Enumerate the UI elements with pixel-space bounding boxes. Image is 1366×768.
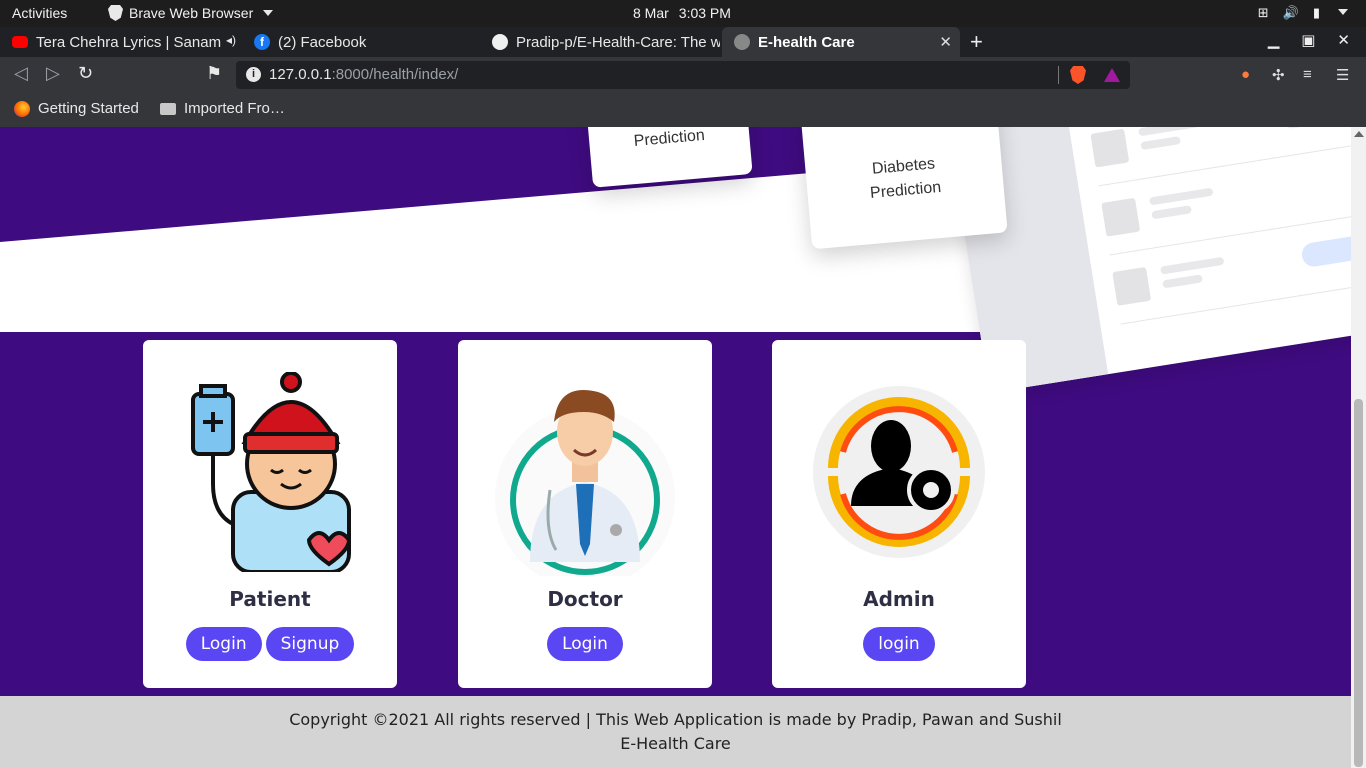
bookmark-imported-folder[interactable]: Imported Fro… xyxy=(160,100,285,117)
admin-login-button[interactable]: login xyxy=(863,627,935,661)
battery-icon: ▮ xyxy=(1312,5,1320,20)
youtube-icon xyxy=(12,36,28,48)
close-tab-icon[interactable]: ✕ xyxy=(939,33,952,51)
bookmark-icon[interactable]: ⚑ xyxy=(206,63,222,84)
globe-icon xyxy=(734,34,750,50)
card-title: Admin xyxy=(863,587,935,611)
footer-brand: E-Health Care xyxy=(620,734,731,753)
tab-facebook[interactable]: f (2) Facebook xyxy=(242,27,480,57)
system-tray[interactable]: ⊞ 🔊 ▮ xyxy=(1258,5,1348,21)
doctor-avatar-icon xyxy=(495,390,675,576)
reload-icon[interactable]: ↻ xyxy=(78,63,93,84)
maximize-icon[interactable]: ▣ xyxy=(1301,31,1315,49)
doctor-login-button[interactable]: Login xyxy=(547,627,623,661)
patient-signup-button[interactable]: Signup xyxy=(265,627,355,661)
activities-button[interactable]: Activities xyxy=(12,5,67,21)
patient-card: Patient Login Signup xyxy=(143,340,397,688)
tab-github[interactable]: Pradip-p/E-Health-Care: The w xyxy=(480,27,720,57)
brave-rewards-icon[interactable] xyxy=(1104,68,1120,82)
brave-shields-icon[interactable] xyxy=(1070,66,1086,84)
chevron-down-icon xyxy=(263,10,274,16)
clock[interactable]: 8 Mar 3:03 PM xyxy=(633,5,731,21)
browser-toolbar: ◁ ▷ ↻ ⚑ i 127.0.0.1:8000/health/index/ ●… xyxy=(0,57,1366,93)
network-icon: ⊞ xyxy=(1257,5,1269,20)
page-viewport: Prediction Diabetes Prediction Patient L… xyxy=(0,127,1351,768)
extension-icon[interactable]: ● xyxy=(1241,66,1250,83)
audio-icon[interactable]: ◂) xyxy=(226,33,236,47)
page-footer: Copyright ©2021 All rights reserved | Th… xyxy=(0,696,1351,768)
back-icon[interactable]: ◁ xyxy=(14,63,28,84)
puzzle-icon[interactable]: ✣ xyxy=(1272,66,1285,84)
forward-icon[interactable]: ▷ xyxy=(46,63,60,84)
new-tab-button[interactable]: + xyxy=(970,29,983,55)
address-bar[interactable]: i 127.0.0.1:8000/health/index/ xyxy=(236,61,1130,89)
chevron-down-icon xyxy=(1338,9,1348,15)
url-text: 127.0.0.1:8000/health/index/ xyxy=(269,66,459,83)
prediction-card-1: Prediction xyxy=(583,127,753,188)
brave-icon xyxy=(108,5,123,21)
firefox-icon xyxy=(14,100,30,117)
tab-youtube[interactable]: Tera Chehra Lyrics | Sanam ◂) xyxy=(0,27,242,57)
prediction-card-diabetes: Diabetes Prediction xyxy=(800,127,1008,250)
admin-avatar-icon xyxy=(813,386,985,558)
facebook-icon: f xyxy=(254,34,270,50)
scroll-up-icon[interactable] xyxy=(1354,131,1364,137)
doctor-card: Doctor Login xyxy=(458,340,712,688)
bookmarks-bar: Getting Started Imported Fro… xyxy=(0,93,1366,127)
tab-ehealth[interactable]: E-health Care ✕ xyxy=(722,27,960,57)
tab-strip: Tera Chehra Lyrics | Sanam ◂) f (2) Face… xyxy=(0,27,1366,57)
patient-illustration-icon xyxy=(191,372,351,572)
app-name: Brave Web Browser xyxy=(129,5,254,21)
admin-card: Admin login xyxy=(772,340,1026,688)
scrollbar-thumb[interactable] xyxy=(1354,399,1363,767)
media-icon[interactable]: ≡ xyxy=(1303,66,1312,83)
app-menu[interactable]: Brave Web Browser xyxy=(108,5,274,21)
card-title: Doctor xyxy=(547,587,623,611)
bookmark-getting-started[interactable]: Getting Started xyxy=(14,100,139,117)
github-icon xyxy=(492,34,508,50)
window-controls: ▁ ▣ ✕ xyxy=(1268,31,1350,49)
menu-icon[interactable]: ☰ xyxy=(1336,66,1349,84)
footer-copyright: Copyright ©2021 All rights reserved | Th… xyxy=(289,710,1062,729)
folder-icon xyxy=(160,102,176,115)
close-window-icon[interactable]: ✕ xyxy=(1337,31,1350,49)
site-info-icon[interactable]: i xyxy=(246,67,261,82)
patient-login-button[interactable]: Login xyxy=(185,627,262,661)
system-top-bar: Activities Brave Web Browser 8 Mar 3:03 P… xyxy=(0,0,1366,27)
card-title: Patient xyxy=(229,587,311,611)
divider xyxy=(1058,66,1059,84)
volume-icon: 🔊 xyxy=(1282,5,1299,20)
minimize-icon[interactable]: ▁ xyxy=(1268,31,1280,49)
page-scrollbar[interactable] xyxy=(1351,127,1366,768)
